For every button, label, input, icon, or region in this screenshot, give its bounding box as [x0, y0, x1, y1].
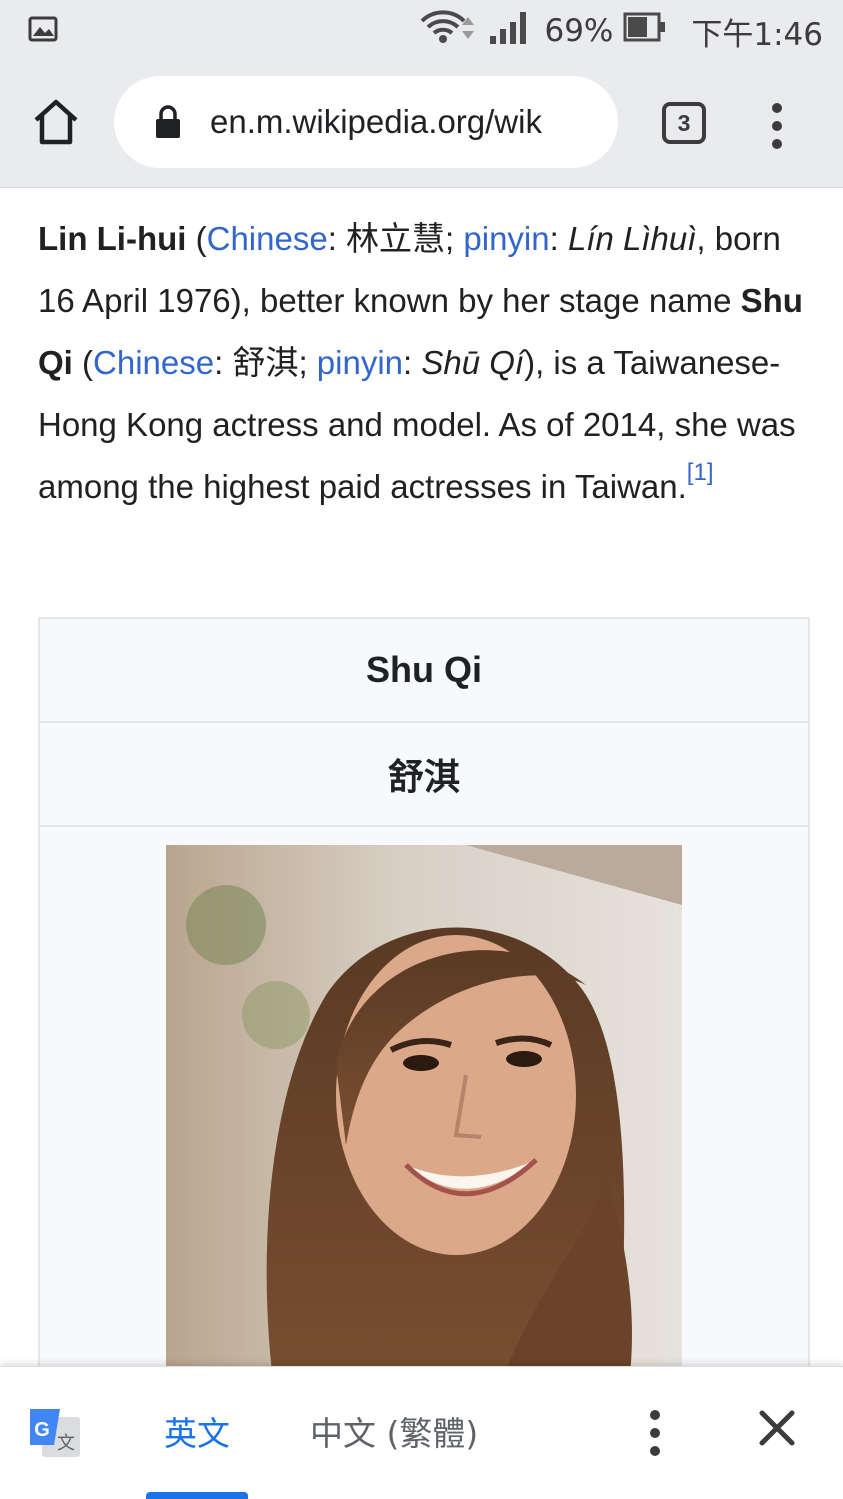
pinyin-link[interactable]: pinyin: [463, 220, 549, 257]
svg-text:文: 文: [57, 1433, 75, 1454]
battery-percent: 69%: [544, 13, 614, 49]
pinyin-link-2[interactable]: pinyin: [317, 344, 403, 381]
active-tab-indicator: [146, 1492, 248, 1499]
infobox-chinese-title: 舒淇: [40, 723, 808, 827]
battery-icon: [623, 10, 667, 52]
url-text: en.m.wikipedia.org/wik: [210, 103, 542, 140]
article-lead-paragraph: Lin Li-hui (Chinese: 林立慧; pinyin: Lín Lì…: [38, 220, 803, 505]
home-icon[interactable]: [28, 94, 84, 150]
google-translate-icon[interactable]: 文 G: [28, 1405, 84, 1461]
portrait-photo[interactable]: [166, 845, 682, 1405]
close-icon[interactable]: [756, 1407, 798, 1449]
chinese-link-2[interactable]: Chinese: [93, 344, 214, 381]
browser-toolbar: en.m.wikipedia.org/wik 3: [0, 64, 843, 188]
status-bar: 69% 下午1:46: [0, 0, 843, 64]
more-vert-icon[interactable]: [764, 100, 790, 152]
tab-switcher-button[interactable]: 3: [662, 102, 706, 144]
chinese-name: 林立慧: [346, 220, 446, 257]
stage-chinese-name: 舒淇: [232, 344, 299, 381]
stage-pinyin: Shū Qí: [421, 344, 525, 381]
lock-icon: [154, 105, 182, 139]
more-vert-icon[interactable]: [642, 1407, 668, 1459]
footnote-link[interactable]: [1]: [687, 459, 714, 486]
address-bar[interactable]: en.m.wikipedia.org/wik: [114, 76, 618, 168]
tab-source-language[interactable]: 英文: [164, 1411, 230, 1457]
svg-text:G: G: [34, 1419, 50, 1441]
wifi-icon: [418, 7, 478, 55]
translate-bar: 文 G 英文 中文 (繁體): [0, 1366, 843, 1499]
infobox: Shu Qi 舒淇: [38, 617, 810, 1417]
clock: 下午1:46: [691, 16, 823, 53]
chinese-link[interactable]: Chinese: [207, 220, 328, 257]
tab-target-language[interactable]: 中文 (繁體): [310, 1411, 478, 1457]
infobox-title: Shu Qi: [40, 619, 808, 723]
subject-name: Lin Li-hui: [38, 220, 187, 257]
pinyin-name: Lín Lìhuì: [567, 220, 697, 257]
signal-icon: [488, 8, 532, 54]
gallery-notification-icon: [28, 16, 58, 46]
